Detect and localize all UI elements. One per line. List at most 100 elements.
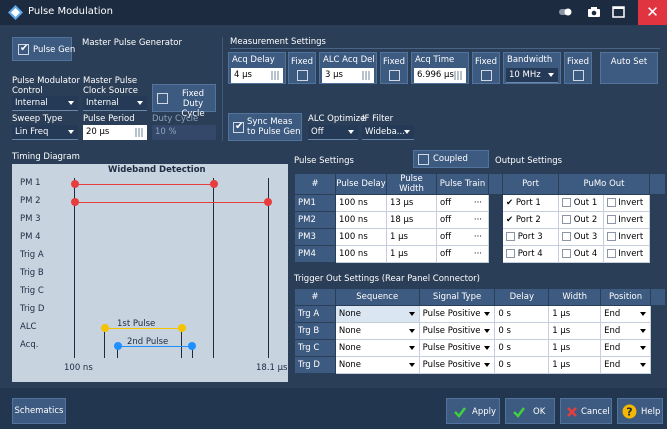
mod-control-select[interactable]: Internal (12, 96, 78, 111)
acq-delay-input[interactable]: 4 µs (231, 68, 283, 83)
port-cell[interactable]: ✔ Port 2 (502, 211, 559, 229)
invert-cell[interactable]: Invert (602, 245, 651, 263)
pulse-period-input[interactable]: 20 µs (83, 125, 147, 140)
invert-checkbox[interactable] (606, 232, 616, 241)
width-cell[interactable]: 1 µs (548, 339, 602, 357)
fixed-acq-time-button[interactable]: Fixed (472, 52, 500, 84)
pulse-train-cell[interactable]: off ··· (436, 228, 489, 246)
pulse-width-cell[interactable]: 13 µs (386, 194, 437, 212)
more-icon[interactable]: ··· (474, 215, 482, 225)
fixed-alc-button[interactable]: Fixed (380, 52, 408, 84)
alc-optimize-select[interactable]: Off (308, 125, 358, 140)
fixed-bandwidth-button[interactable]: Fixed (564, 52, 592, 84)
out-cell[interactable]: Out 3 (558, 228, 604, 246)
sweep-type-select[interactable]: Lin Freq (12, 125, 78, 140)
out-checkbox[interactable] (562, 198, 571, 207)
port-cell[interactable]: Port 4 (502, 245, 559, 263)
clock-source-select[interactable]: Internal (83, 96, 147, 111)
apply-button[interactable]: Apply (446, 398, 500, 424)
fixed-duty-button[interactable]: Fixed Duty Cycle (152, 84, 216, 119)
sequence-select[interactable]: None (334, 339, 420, 357)
acq-time-input[interactable]: 6.996 µs (414, 68, 466, 83)
pulse-width-cell[interactable]: 1 µs (386, 228, 437, 246)
sync-button[interactable]: Sync Meas to Pulse Gen (228, 113, 302, 141)
sync-checkbox[interactable] (233, 121, 244, 133)
pulse-delay-cell[interactable]: 100 ns (335, 211, 387, 229)
close-button[interactable]: ✕ (638, 0, 667, 25)
help-button[interactable]: ? Help (617, 398, 663, 424)
invert-checkbox[interactable] (606, 249, 616, 258)
position-select[interactable]: End (600, 356, 652, 374)
out-cell[interactable]: Out 1 (558, 194, 604, 212)
position-select[interactable]: End (600, 322, 652, 340)
port-cell[interactable]: Port 3 (502, 228, 559, 246)
alc-acq-input[interactable]: 3 µs (322, 68, 374, 83)
sequence-select[interactable]: None (334, 305, 420, 323)
out-checkbox[interactable] (562, 232, 571, 241)
pulse-delay-cell[interactable]: 100 ns (335, 228, 387, 246)
camera-icon[interactable] (585, 4, 603, 20)
fixed-bandwidth-checkbox[interactable] (573, 70, 584, 81)
fixed-duty-checkbox[interactable] (157, 93, 168, 104)
sequence-select[interactable]: None (334, 356, 420, 374)
delay-cell[interactable]: 0 s (494, 305, 550, 323)
fixed-acq-time-checkbox[interactable] (481, 70, 492, 81)
signal-type-select[interactable]: Pulse Positive (418, 305, 496, 323)
coupled-checkbox[interactable] (418, 154, 429, 165)
pulse-gen-checkbox[interactable] (18, 43, 29, 55)
bandwidth-select[interactable]: 10 MHz (506, 68, 558, 83)
sequence-select[interactable]: None (334, 322, 420, 340)
more-icon[interactable]: ··· (474, 249, 482, 259)
port-cell[interactable]: ✔ Port 1 (502, 194, 559, 212)
invert-checkbox[interactable] (606, 215, 616, 224)
position-select[interactable]: End (600, 305, 652, 323)
pm1-start-dot[interactable] (71, 180, 79, 188)
alc-end-dot[interactable] (178, 324, 186, 332)
acq-start-dot[interactable] (114, 342, 122, 350)
invert-cell[interactable]: Invert (602, 194, 651, 212)
port-checkbox[interactable] (506, 232, 515, 241)
out-checkbox[interactable] (562, 249, 571, 258)
pulse-width-cell[interactable]: 18 µs (386, 211, 437, 229)
more-icon[interactable]: ··· (474, 232, 482, 242)
pulse-delay-cell[interactable]: 100 ns (335, 245, 387, 263)
width-cell[interactable]: 1 µs (548, 322, 602, 340)
if-filter-select[interactable]: Wideba... (362, 125, 414, 140)
delay-cell[interactable]: 0 s (494, 339, 550, 357)
port-checkbox[interactable] (506, 249, 515, 258)
fixed-acq-delay-checkbox[interactable] (297, 70, 308, 81)
checkmark-icon[interactable]: ✔ (506, 215, 513, 225)
pulse-train-cell[interactable]: off ··· (436, 211, 489, 229)
invert-cell[interactable]: Invert (602, 228, 651, 246)
width-cell[interactable]: 1 µs (548, 356, 602, 374)
pulse-train-cell[interactable]: off ··· (436, 194, 489, 212)
position-select[interactable]: End (600, 339, 652, 357)
acq-end-dot[interactable] (188, 342, 196, 350)
pm2-end-dot[interactable] (264, 198, 272, 206)
out-cell[interactable]: Out 2 (558, 211, 604, 229)
fixed-acq-delay-button[interactable]: Fixed (288, 52, 316, 84)
alc-start-dot[interactable] (101, 324, 109, 332)
more-icon[interactable]: ··· (474, 198, 482, 208)
invert-checkbox[interactable] (606, 198, 616, 207)
signal-type-select[interactable]: Pulse Positive (418, 356, 496, 374)
signal-type-select[interactable]: Pulse Positive (418, 322, 496, 340)
pulse-delay-cell[interactable]: 100 ns (335, 194, 387, 212)
pulse-width-cell[interactable]: 1 µs (386, 245, 437, 263)
fixed-alc-checkbox[interactable] (389, 70, 400, 81)
schematics-button[interactable]: Schematics (12, 398, 66, 424)
width-cell[interactable]: 1 µs (548, 305, 602, 323)
invert-cell[interactable]: Invert (602, 211, 651, 229)
out-cell[interactable]: Out 4 (558, 245, 604, 263)
toggle-icon[interactable] (557, 4, 575, 20)
maximize-icon[interactable] (610, 4, 628, 20)
pm2-start-dot[interactable] (71, 198, 79, 206)
cancel-button[interactable]: Cancel (560, 398, 612, 424)
auto-set-button[interactable]: Auto Set (600, 52, 658, 84)
pulse-train-cell[interactable]: off ··· (436, 245, 489, 263)
signal-type-select[interactable]: Pulse Positive (418, 339, 496, 357)
pm1-end-dot[interactable] (210, 180, 218, 188)
ok-button[interactable]: OK (505, 398, 555, 424)
pulse-gen-button[interactable]: Pulse Gen (12, 37, 75, 61)
delay-cell[interactable]: 0 s (494, 356, 550, 374)
